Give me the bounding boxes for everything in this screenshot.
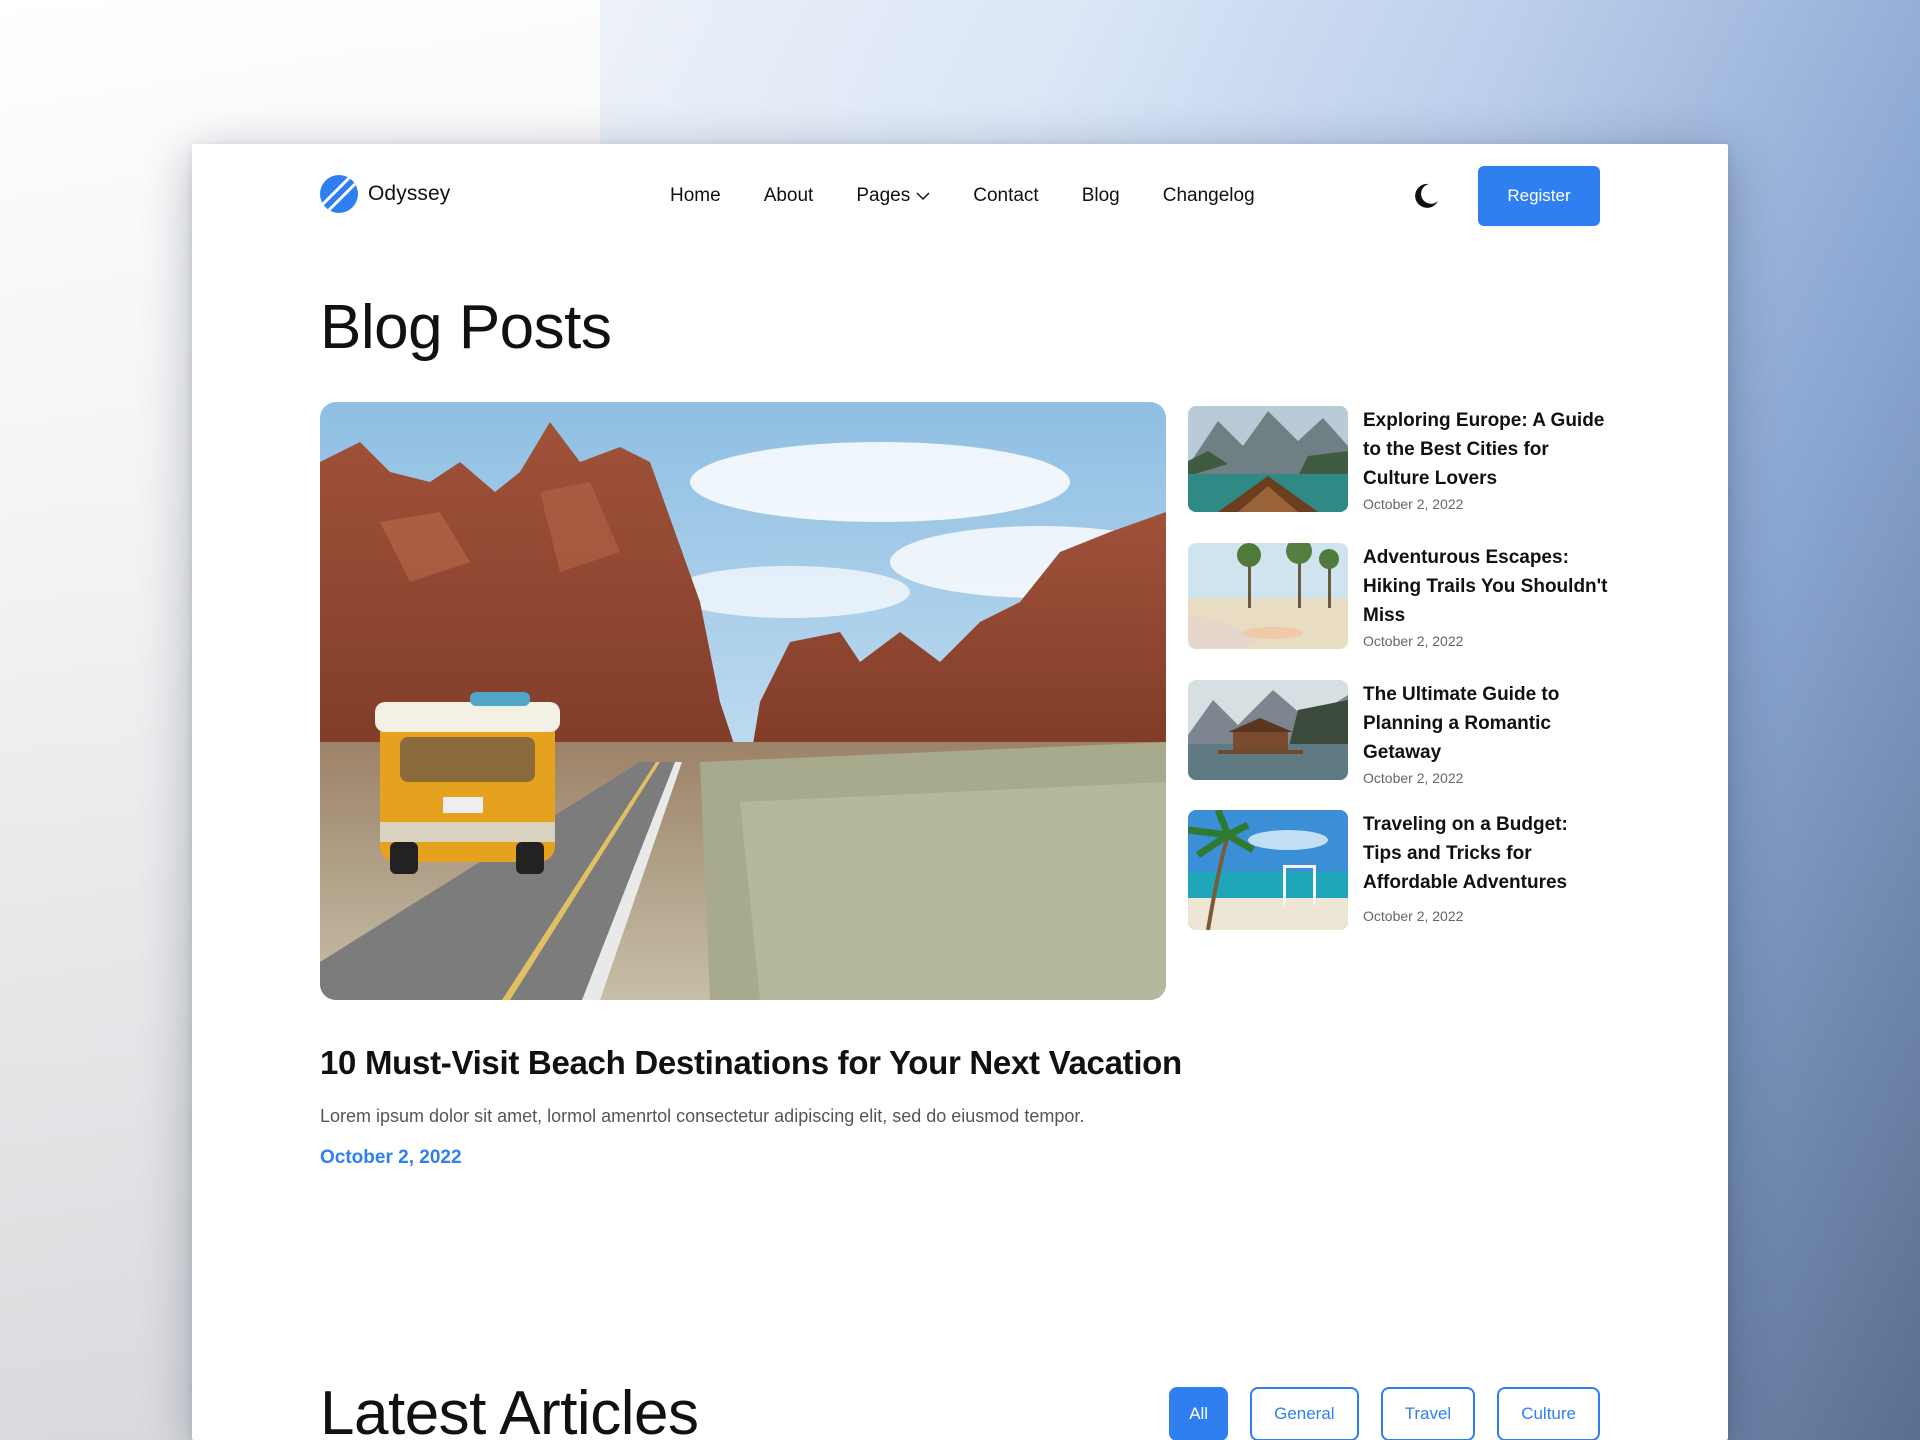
nav-contact[interactable]: Contact	[973, 185, 1038, 207]
nav-pages[interactable]: Pages	[856, 185, 930, 207]
nav-changelog[interactable]: Changelog	[1163, 185, 1255, 207]
register-button[interactable]: Register	[1478, 166, 1600, 226]
browser-window: Odyssey Home About Pages Contact Blog Ch…	[192, 144, 1728, 1440]
post-thumbnail	[1188, 810, 1348, 930]
featured-post-image[interactable]	[320, 402, 1166, 1000]
brand-logo[interactable]: Odyssey	[320, 175, 450, 213]
filter-general[interactable]: General	[1250, 1387, 1359, 1440]
filter-travel[interactable]: Travel	[1380, 1387, 1476, 1440]
side-post-title: Exploring Europe: A Guide to the Best Ci…	[1363, 410, 1605, 489]
latest-articles-title: Latest Articles	[320, 1379, 699, 1440]
category-filters: All General Travel Culture	[1147, 1387, 1600, 1440]
top-navigation: Odyssey Home About Pages Contact Blog Ch…	[320, 166, 1600, 226]
side-post-date: October 2, 2022	[1363, 908, 1464, 924]
post-thumbnail	[1188, 406, 1348, 512]
side-post-title: Adventurous Escapes: Hiking Trails You S…	[1363, 547, 1608, 626]
side-post-title: Traveling on a Budget: Tips and Tricks f…	[1363, 814, 1568, 893]
page-title: Blog Posts	[320, 293, 612, 362]
beach-palms-image	[1188, 543, 1348, 649]
desert-road-image	[320, 402, 1166, 1000]
nav-home[interactable]: Home	[670, 185, 721, 207]
side-post-title: The Ultimate Guide to Planning a Romanti…	[1363, 684, 1560, 763]
nav-blog[interactable]: Blog	[1082, 185, 1120, 207]
main-menu: Home About Pages Contact Blog Changelog	[670, 166, 1255, 226]
nav-pages-label: Pages	[856, 185, 911, 206]
side-post-item[interactable]: Traveling on a Budget: Tips and Tricks f…	[1188, 810, 1608, 930]
side-post-item[interactable]: Exploring Europe: A Guide to the Best Ci…	[1188, 406, 1608, 516]
logo-icon	[320, 175, 358, 213]
tropical-beach-image	[1188, 810, 1348, 930]
moon-icon[interactable]	[1412, 182, 1440, 210]
mountain-lake-image	[1188, 406, 1348, 512]
chevron-down-icon	[916, 191, 930, 200]
featured-post-excerpt: Lorem ipsum dolor sit amet, lormol amenr…	[320, 1106, 1085, 1126]
post-thumbnail	[1188, 543, 1348, 649]
side-post-date: October 2, 2022	[1363, 770, 1464, 786]
side-post-date: October 2, 2022	[1363, 496, 1464, 512]
side-post-date: October 2, 2022	[1363, 633, 1464, 649]
lake-cabin-image	[1188, 680, 1348, 780]
side-post-item[interactable]: The Ultimate Guide to Planning a Romanti…	[1188, 680, 1608, 790]
featured-post-date: October 2, 2022	[320, 1147, 462, 1168]
nav-about[interactable]: About	[764, 185, 814, 207]
filter-culture[interactable]: Culture	[1497, 1387, 1600, 1440]
featured-post-title[interactable]: 10 Must-Visit Beach Destinations for You…	[320, 1044, 1182, 1082]
brand-name: Odyssey	[368, 182, 451, 205]
post-thumbnail	[1188, 680, 1348, 780]
filter-all[interactable]: All	[1169, 1387, 1229, 1440]
side-post-item[interactable]: Adventurous Escapes: Hiking Trails You S…	[1188, 543, 1608, 653]
